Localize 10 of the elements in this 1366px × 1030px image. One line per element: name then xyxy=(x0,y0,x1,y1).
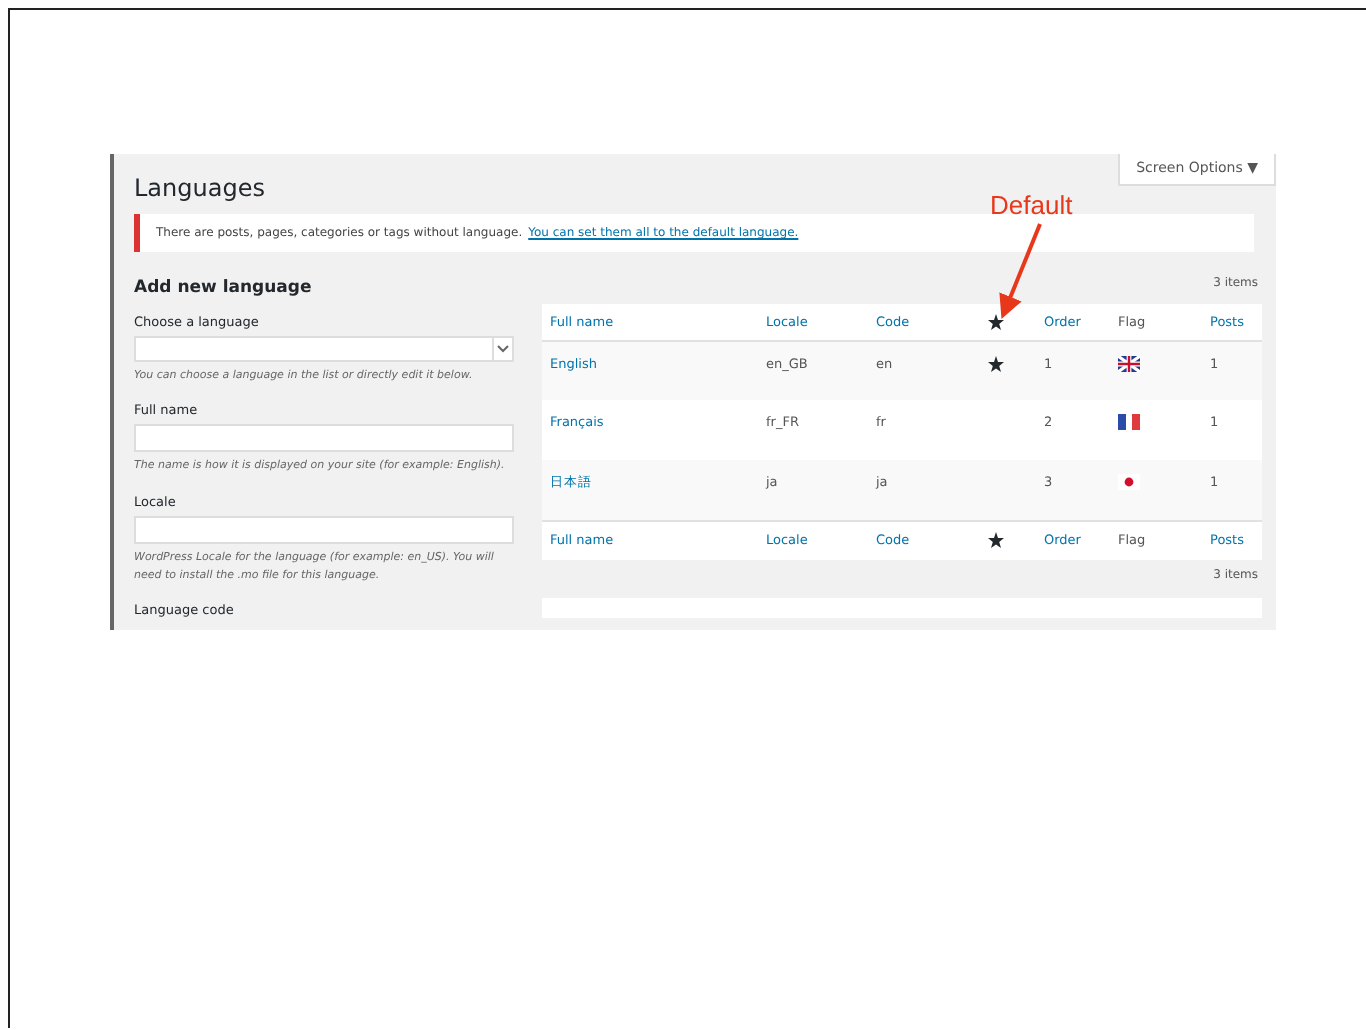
annotation-label: Default xyxy=(990,190,1073,220)
star-icon xyxy=(988,313,1004,330)
input-field[interactable] xyxy=(134,424,514,453)
language-dropdown[interactable] xyxy=(134,336,514,362)
page-title: Languages xyxy=(134,172,265,202)
input-field[interactable] xyxy=(134,515,514,544)
annotation-arrow xyxy=(995,220,1048,324)
caret-icon xyxy=(496,344,510,354)
section-heading: Add new language xyxy=(134,278,314,298)
star-icon xyxy=(988,532,1004,549)
